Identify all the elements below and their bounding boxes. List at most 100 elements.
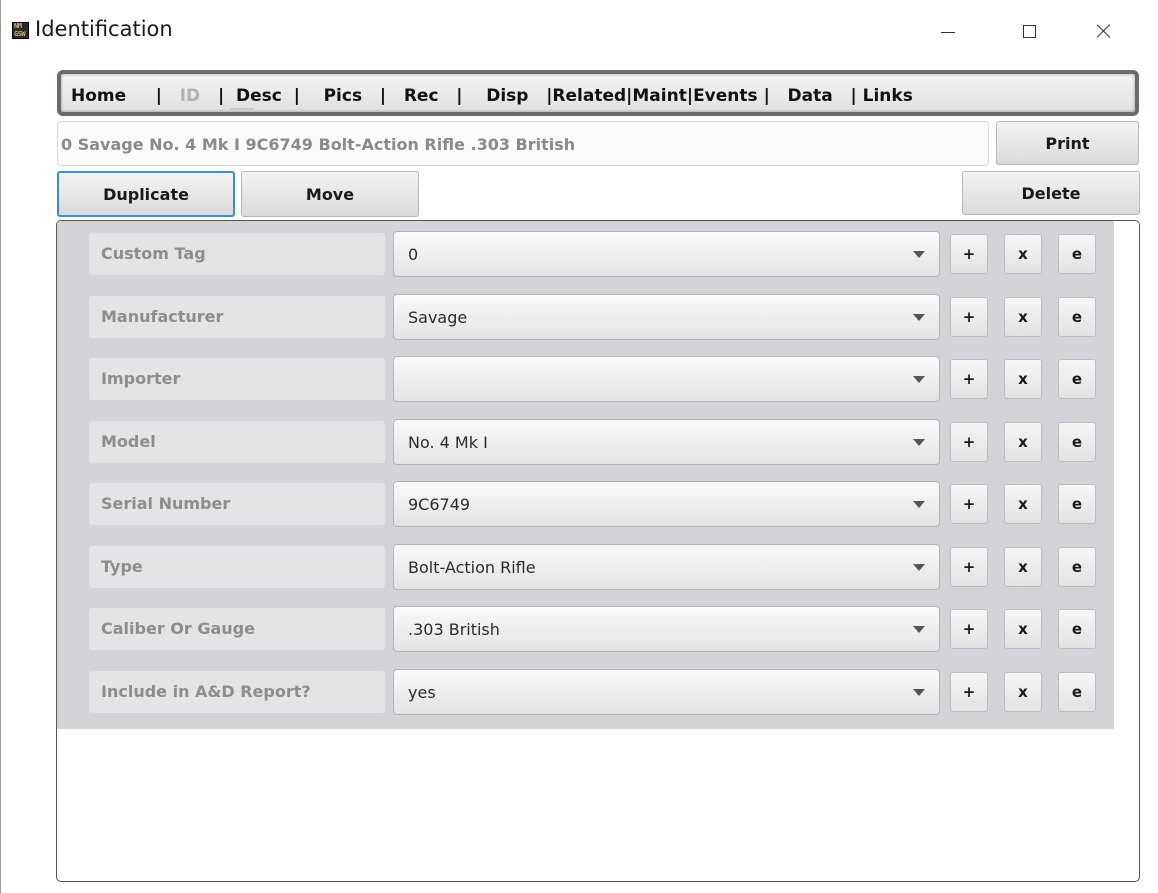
add-value-button[interactable]: + [950, 297, 988, 337]
add-value-button[interactable]: + [950, 609, 988, 649]
tab-separator: | [758, 86, 788, 106]
edit-value-button[interactable]: e [1058, 234, 1096, 274]
window-title: Identification [35, 17, 173, 41]
field-label: Importer [89, 358, 385, 400]
title-bar: NM GSW Identification [1, 0, 1158, 66]
minimize-button[interactable] [925, 14, 971, 48]
field-row: Model No. 4 Mk I + x e [57, 419, 1114, 465]
chevron-down-icon [913, 501, 925, 508]
identification-window: NM GSW Identification Home | ID | Desc |… [0, 0, 1158, 893]
tab-separator: | [528, 86, 552, 106]
tab-desc[interactable]: Desc [236, 86, 282, 106]
chevron-down-icon [913, 251, 925, 258]
tab-separator: | [362, 86, 404, 106]
field-label: Custom Tag [89, 233, 385, 275]
edit-value-button[interactable]: e [1058, 609, 1096, 649]
field-dropdown[interactable]: 9C6749 [393, 481, 940, 527]
record-summary-field[interactable]: 0 Savage No. 4 Mk I 9C6749 Bolt-Action R… [57, 121, 989, 166]
tab-separator: | [282, 86, 324, 106]
tab-id[interactable]: ID [180, 86, 256, 110]
field-value: Bolt-Action Rifle [408, 558, 536, 577]
close-icon [1096, 23, 1112, 39]
clear-value-button[interactable]: x [1004, 609, 1042, 649]
field-value: Savage [408, 308, 468, 327]
field-label: Caliber Or Gauge [89, 608, 385, 650]
clear-value-button[interactable]: x [1004, 422, 1042, 462]
field-dropdown[interactable]: No. 4 Mk I [393, 419, 940, 465]
tab-separator: | [439, 86, 487, 106]
field-label: Manufacturer [89, 296, 385, 338]
app-icon-text-top: NM [14, 22, 22, 30]
tab-separator: | [833, 86, 863, 106]
field-row: Importer + x e [57, 356, 1114, 402]
field-value: 0 [408, 245, 419, 264]
tab-separator: | [126, 86, 180, 106]
duplicate-button[interactable]: Duplicate [57, 171, 235, 217]
nav-tab-bar: Home | ID | Desc | Pics | Rec | Disp | Re… [57, 70, 1139, 116]
clear-value-button[interactable]: x [1004, 484, 1042, 524]
tab-rec[interactable]: Rec [404, 86, 439, 106]
add-value-button[interactable]: + [950, 359, 988, 399]
field-dropdown[interactable]: 0 [393, 231, 940, 277]
chevron-down-icon [913, 376, 925, 383]
field-row: Include in A&D Report? yes + x e [57, 669, 1114, 715]
field-dropdown[interactable]: .303 British [393, 606, 940, 652]
field-dropdown[interactable]: Bolt-Action Rifle [393, 544, 940, 590]
tab-maint[interactable]: Maint [632, 86, 686, 106]
delete-button[interactable]: Delete [962, 171, 1140, 215]
field-dropdown[interactable]: yes [393, 669, 940, 715]
edit-value-button[interactable]: e [1058, 547, 1096, 587]
add-value-button[interactable]: + [950, 234, 988, 274]
field-label: Model [89, 421, 385, 463]
field-row: Custom Tag 0 + x e [57, 231, 1114, 277]
edit-value-button[interactable]: e [1058, 672, 1096, 712]
field-dropdown[interactable]: Savage [393, 294, 940, 340]
tab-pics[interactable]: Pics [324, 86, 362, 106]
edit-value-button[interactable]: e [1058, 359, 1096, 399]
tab-links[interactable]: Links [863, 86, 913, 106]
field-row: Type Bolt-Action Rifle + x e [57, 544, 1114, 590]
tab-disp[interactable]: Disp [486, 86, 528, 106]
minimize-icon [941, 31, 955, 33]
field-row: Manufacturer Savage + x e [57, 294, 1114, 340]
field-row: Caliber Or Gauge .303 British + x e [57, 606, 1114, 652]
clear-value-button[interactable]: x [1004, 547, 1042, 587]
print-button[interactable]: Print [996, 121, 1139, 165]
tab-separator: | [200, 86, 236, 106]
add-value-button[interactable]: + [950, 672, 988, 712]
close-button[interactable] [1081, 14, 1127, 48]
field-label: Type [89, 546, 385, 588]
field-value: No. 4 Mk I [408, 433, 488, 452]
app-icon: NM GSW [12, 22, 29, 39]
field-label: Include in A&D Report? [89, 671, 385, 713]
add-value-button[interactable]: + [950, 422, 988, 462]
chevron-down-icon [913, 626, 925, 633]
chevron-down-icon [913, 439, 925, 446]
clear-value-button[interactable]: x [1004, 359, 1042, 399]
identification-form: Custom Tag 0 + x e Manufacturer Savage + x e Impor… [57, 221, 1114, 729]
chevron-down-icon [913, 564, 925, 571]
move-button[interactable]: Move [241, 171, 419, 217]
field-value: yes [408, 683, 436, 702]
chevron-down-icon [913, 314, 925, 321]
tab-data[interactable]: Data [788, 86, 833, 106]
tab-related[interactable]: Related [552, 86, 626, 106]
clear-value-button[interactable]: x [1004, 672, 1042, 712]
edit-value-button[interactable]: e [1058, 297, 1096, 337]
tab-home[interactable]: Home [71, 86, 126, 106]
app-icon-text-bottom: GSW [14, 30, 26, 38]
edit-value-button[interactable]: e [1058, 422, 1096, 462]
maximize-button[interactable] [1006, 14, 1052, 48]
field-dropdown[interactable] [393, 356, 940, 402]
add-value-button[interactable]: + [950, 547, 988, 587]
edit-value-button[interactable]: e [1058, 484, 1096, 524]
field-value: .303 British [408, 620, 500, 639]
add-value-button[interactable]: + [950, 484, 988, 524]
chevron-down-icon [913, 689, 925, 696]
clear-value-button[interactable]: x [1004, 234, 1042, 274]
field-value: 9C6749 [408, 495, 471, 514]
identification-panel: Custom Tag 0 + x e Manufacturer Savage + x e Impor… [56, 220, 1140, 882]
tab-events[interactable]: Events [693, 86, 758, 106]
maximize-icon [1022, 24, 1036, 38]
clear-value-button[interactable]: x [1004, 297, 1042, 337]
